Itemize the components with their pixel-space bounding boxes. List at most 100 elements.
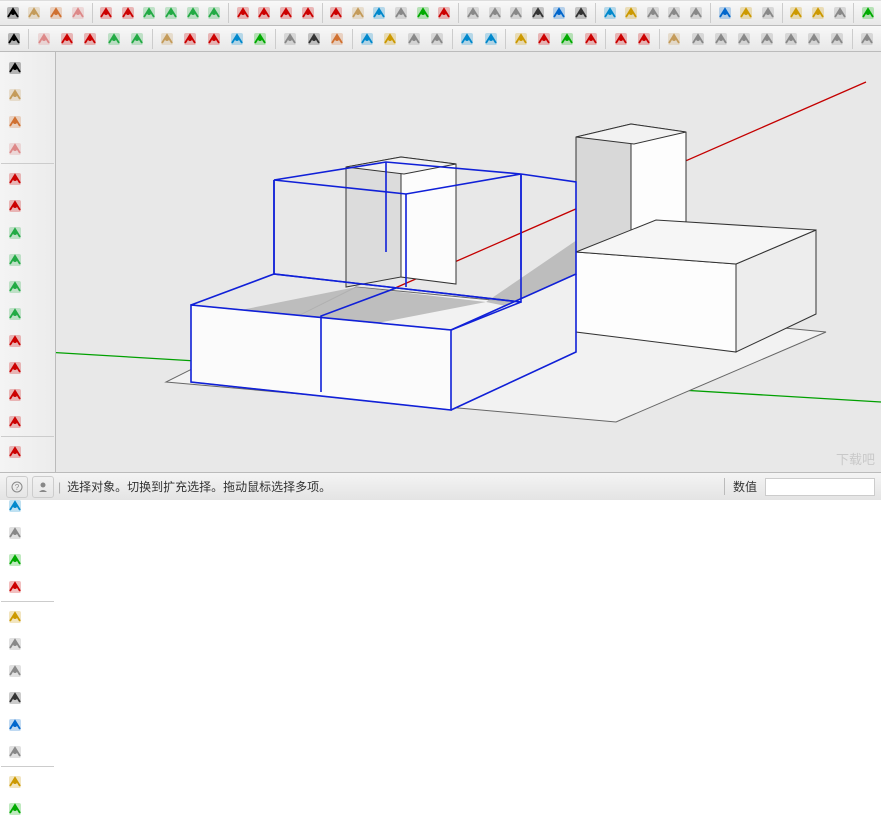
status-help-icon[interactable]: ? — [6, 476, 28, 498]
move-icon[interactable] — [326, 2, 346, 24]
freehand-tool-icon[interactable] — [2, 193, 27, 218]
section-cuts-icon[interactable] — [830, 2, 850, 24]
plugin-2-icon[interactable] — [533, 28, 554, 50]
pan-sm-icon[interactable] — [380, 28, 401, 50]
polygon-tool-icon[interactable] — [2, 301, 27, 326]
status-user-icon[interactable] — [32, 476, 54, 498]
polygon-icon[interactable] — [205, 2, 225, 24]
shape-icon[interactable] — [103, 28, 124, 50]
measurement-input[interactable] — [765, 478, 875, 496]
eraser-sm-icon[interactable] — [33, 28, 54, 50]
extension-a-icon[interactable] — [858, 2, 878, 24]
zoom-sm-icon[interactable] — [403, 28, 424, 50]
scale-tool-icon[interactable] — [2, 547, 27, 572]
arc-3pt-icon[interactable] — [276, 2, 296, 24]
arc-icon[interactable] — [233, 2, 253, 24]
arc-tool-a-icon[interactable] — [2, 328, 27, 353]
offset-icon[interactable] — [435, 2, 455, 24]
pencil-icon[interactable] — [57, 28, 78, 50]
house-3-icon[interactable] — [757, 28, 778, 50]
paint-bucket-icon[interactable] — [46, 2, 66, 24]
model-1-icon[interactable] — [664, 28, 685, 50]
viewport-3d[interactable] — [56, 52, 881, 472]
eraser-tool-icon[interactable] — [2, 136, 27, 161]
arc-2pt-icon[interactable] — [255, 2, 275, 24]
tape-measure-icon[interactable] — [463, 2, 483, 24]
push-pull-icon[interactable] — [348, 2, 368, 24]
circle-icon[interactable] — [183, 2, 203, 24]
dimension-icon[interactable] — [485, 2, 505, 24]
scale-sm-icon[interactable] — [250, 28, 271, 50]
text-tool-icon[interactable] — [2, 685, 27, 710]
protractor-icon[interactable] — [506, 2, 526, 24]
section-display-icon[interactable] — [808, 2, 828, 24]
follow-me-icon[interactable] — [391, 2, 411, 24]
axes-tool-icon[interactable] — [2, 712, 27, 737]
text-icon[interactable] — [528, 2, 548, 24]
make-component-icon[interactable] — [25, 2, 45, 24]
select-icon[interactable] — [3, 2, 23, 24]
orbit-icon[interactable] — [600, 2, 620, 24]
freehand-icon[interactable] — [118, 2, 138, 24]
push-icon[interactable] — [157, 28, 178, 50]
zoom-extents-icon[interactable] — [686, 2, 706, 24]
house-1-icon[interactable] — [710, 28, 731, 50]
3d-text-icon[interactable] — [571, 2, 591, 24]
dimension-tool-icon[interactable] — [2, 631, 27, 656]
render-1-icon[interactable] — [610, 28, 631, 50]
redo-icon[interactable] — [480, 28, 501, 50]
zoom-ext-icon[interactable] — [426, 28, 447, 50]
zoom-window-icon[interactable] — [665, 2, 685, 24]
text-label-icon[interactable] — [303, 28, 324, 50]
solid-column-center[interactable] — [346, 157, 456, 287]
house-4-icon[interactable] — [780, 28, 801, 50]
rotate-sm-icon[interactable] — [226, 28, 247, 50]
move-tool-icon[interactable] — [2, 439, 27, 464]
line-tool-icon[interactable] — [2, 166, 27, 191]
paint-icon[interactable] — [326, 28, 347, 50]
arc-tool-icon[interactable] — [80, 28, 101, 50]
3dtext-tool-icon[interactable] — [2, 739, 27, 764]
followme-tool-icon[interactable] — [2, 520, 27, 545]
walk-icon[interactable] — [758, 2, 778, 24]
zoom-icon[interactable] — [643, 2, 663, 24]
house-2-icon[interactable] — [733, 28, 754, 50]
plugin-4-icon[interactable] — [580, 28, 601, 50]
rect-tool-icon[interactable] — [2, 220, 27, 245]
render-2-icon[interactable] — [633, 28, 654, 50]
arc-tool-b-icon[interactable] — [2, 355, 27, 380]
model-2-icon[interactable] — [687, 28, 708, 50]
tape-tool-icon[interactable] — [2, 604, 27, 629]
box-1-icon[interactable] — [803, 28, 824, 50]
section-plane-icon[interactable] — [786, 2, 806, 24]
look-around-icon[interactable] — [736, 2, 756, 24]
rotated-rect-tool-icon[interactable] — [2, 247, 27, 272]
tape-icon[interactable] — [280, 28, 301, 50]
offset-tool-icon[interactable] — [2, 574, 27, 599]
eraser-icon[interactable] — [68, 2, 88, 24]
paint-tool-icon[interactable] — [2, 109, 27, 134]
scale-icon[interactable] — [413, 2, 433, 24]
rotate-icon[interactable] — [370, 2, 390, 24]
position-camera-icon[interactable] — [715, 2, 735, 24]
arc-tool-c-icon[interactable] — [2, 382, 27, 407]
protractor-tool-icon[interactable] — [2, 658, 27, 683]
layers-icon[interactable] — [857, 28, 878, 50]
orbit-sm-icon[interactable] — [357, 28, 378, 50]
rectangle-icon[interactable] — [140, 2, 160, 24]
shape-2-icon[interactable] — [126, 28, 147, 50]
pan-icon[interactable] — [621, 2, 641, 24]
pie-tool-icon[interactable] — [2, 409, 27, 434]
select-arrow-icon[interactable] — [3, 28, 24, 50]
offset-sm-icon[interactable] — [180, 28, 201, 50]
plugin-1-icon[interactable] — [510, 28, 531, 50]
component-tool-icon[interactable] — [2, 82, 27, 107]
rotated-rect-icon[interactable] — [161, 2, 181, 24]
axes-icon[interactable] — [550, 2, 570, 24]
move-sm-icon[interactable] — [203, 28, 224, 50]
select-tool-icon[interactable] — [2, 55, 27, 80]
section-tool-icon[interactable] — [2, 769, 27, 794]
box-2-icon[interactable] — [827, 28, 848, 50]
circle-tool-icon[interactable] — [2, 274, 27, 299]
undo-icon[interactable] — [457, 28, 478, 50]
